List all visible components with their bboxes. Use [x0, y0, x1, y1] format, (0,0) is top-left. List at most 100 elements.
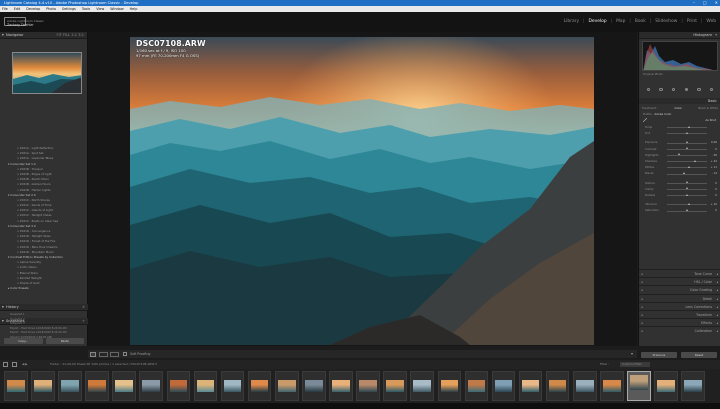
copy-button[interactable]: Copy...	[4, 338, 43, 344]
slider-knob[interactable]	[685, 208, 688, 211]
filmstrip-thumbnail[interactable]	[31, 371, 55, 401]
panel-detail[interactable]: ▪ Detail ◂	[639, 293, 720, 302]
slider-knob[interactable]	[685, 181, 688, 184]
collapse-triangle-icon[interactable]: ▾	[715, 32, 717, 39]
filmstrip-thumbnail[interactable]	[112, 371, 136, 401]
slider-knob[interactable]	[685, 147, 688, 150]
spot-removal-icon[interactable]	[659, 87, 663, 92]
filmstrip-thumbnail[interactable]	[166, 371, 191, 401]
slider-knob[interactable]	[687, 125, 690, 128]
filmstrip-thumbnail[interactable]	[302, 371, 326, 401]
expand-triangle-icon[interactable]: ◂	[716, 327, 718, 335]
filmstrip-thumbnail[interactable]	[220, 371, 245, 401]
toolbar-menu-icon[interactable]: ▾	[631, 350, 633, 358]
collapse-triangle-icon[interactable]: ▾	[2, 32, 4, 39]
slider-saturation[interactable]: Saturation 0	[645, 207, 717, 213]
main-photo[interactable]: DSC07108.ARW 1/160 sec at f / 9, ISO 100…	[130, 37, 594, 345]
panel-visibility-icon[interactable]: ▪	[641, 327, 643, 335]
module-map[interactable]: Map	[616, 19, 625, 24]
slider-knob[interactable]	[685, 193, 688, 196]
slider-dehaze[interactable]: Dehaze 0	[645, 192, 717, 198]
filmstrip-thumbnail[interactable]	[274, 371, 299, 401]
treatment-bw[interactable]: Black & White	[698, 106, 718, 110]
module-web[interactable]: Web	[706, 19, 716, 24]
navigator-preview[interactable]	[12, 52, 82, 94]
expand-triangle-icon[interactable]: ▾	[2, 304, 4, 311]
reset-button[interactable]: Reset	[681, 352, 717, 358]
module-develop[interactable]: Develop	[589, 19, 607, 24]
expand-triangle-icon[interactable]: ▾	[2, 318, 4, 325]
red-eye-icon[interactable]	[671, 87, 676, 92]
filmstrip-thumbnail[interactable]	[681, 371, 705, 401]
wb-value[interactable]: As Shot	[705, 118, 716, 122]
filter-select[interactable]: Custom Filter	[620, 362, 650, 367]
grid-view-icon[interactable]	[12, 362, 17, 367]
filmstrip-thumbnail[interactable]	[627, 371, 651, 401]
filmstrip-thumbnail[interactable]	[410, 371, 434, 401]
slider-track[interactable]	[667, 155, 707, 156]
filmstrip-thumbnail[interactable]	[600, 371, 624, 401]
history-header[interactable]: ▾ History ✕	[0, 304, 88, 311]
slider-knob[interactable]	[682, 172, 685, 174]
filmstrip-thumbnail[interactable]	[518, 371, 543, 401]
wb-eyedropper-icon[interactable]	[642, 117, 648, 123]
profile-row[interactable]: Profile : Adobe Color	[643, 112, 717, 117]
filmstrip-thumbnail[interactable]	[247, 371, 272, 401]
filmstrip-thumbnail[interactable]	[139, 371, 164, 401]
module-print[interactable]: Print	[687, 19, 697, 24]
radial-filter-icon[interactable]	[697, 87, 701, 92]
filmstrip-thumbnail[interactable]	[545, 371, 570, 401]
filmstrip-info[interactable]: Folder : 21-09-09 Sheet-SE 1/60 photos /…	[50, 360, 157, 369]
slider-track[interactable]	[667, 173, 707, 175]
before-after-mode-icon[interactable]	[110, 351, 119, 357]
histogram-graph[interactable]	[642, 41, 718, 71]
slider-knob[interactable]	[688, 165, 690, 168]
treatment-color[interactable]: Color	[675, 106, 682, 110]
previous-button[interactable]: Previous	[641, 352, 677, 358]
filmstrip-thumbnail[interactable]	[383, 371, 407, 401]
slider-value[interactable]: - 14	[712, 170, 717, 176]
soft-proofing-checkbox[interactable]	[123, 352, 127, 356]
filmstrip-thumbnail[interactable]	[491, 371, 516, 401]
clear-history-icon[interactable]: ✕	[82, 304, 85, 311]
filmstrip-thumbnail[interactable]	[464, 371, 489, 401]
filmstrip-thumbnail[interactable]	[193, 371, 218, 401]
paste-button[interactable]: Paste	[45, 338, 84, 344]
basic-header[interactable]: Basic	[639, 98, 720, 104]
crop-tool-icon[interactable]	[646, 87, 651, 92]
navigator-zoom-options[interactable]: FIT FILL 1:1 3:1	[57, 32, 84, 39]
module-slideshow[interactable]: Slideshow	[655, 19, 677, 24]
panel-transform[interactable]: ▪ Transform ◂	[639, 309, 720, 318]
panel-calibration[interactable]: ▪ Calibration ◂	[639, 326, 720, 334]
slider-knob[interactable]	[678, 153, 681, 156]
panel-effects[interactable]: ▪ Effects ◂	[639, 318, 720, 326]
loupe-view-icon[interactable]	[90, 351, 96, 357]
slider-knob[interactable]	[685, 141, 688, 144]
slider-blacks[interactable]: Blacks - 14	[645, 170, 717, 176]
module-book[interactable]: Book	[635, 19, 646, 24]
filmstrip-thumbnail[interactable]	[356, 371, 380, 401]
slider-knob[interactable]	[685, 131, 688, 134]
slider-knob[interactable]	[694, 159, 697, 162]
masking-icon[interactable]	[684, 87, 689, 92]
slider-value[interactable]: 0	[715, 192, 717, 198]
filmstrip-thumbnail[interactable]	[654, 371, 678, 401]
filmstrip-thumbnail[interactable]	[58, 371, 82, 401]
slider-value[interactable]: 0	[715, 207, 717, 213]
slider-knob[interactable]	[685, 187, 688, 190]
slider-knob[interactable]	[687, 202, 690, 205]
brush-icon[interactable]	[709, 87, 714, 92]
slider-track[interactable]	[667, 161, 707, 162]
panel-hsl-color[interactable]: ▪ HSL / Color ◂	[639, 277, 720, 285]
module-library[interactable]: Library	[564, 19, 579, 24]
secondary-window-icon[interactable]	[3, 362, 8, 367]
panel-color-grading[interactable]: ▪ Color Grading ◂	[639, 285, 720, 293]
filmstrip-thumbnail[interactable]	[437, 371, 462, 401]
filmstrip-thumbnail[interactable]	[4, 371, 28, 401]
slider-track[interactable]	[667, 167, 707, 169]
histogram-header[interactable]: Histogram ▾	[639, 32, 720, 39]
filmstrip-thumbnail[interactable]	[329, 371, 353, 401]
filmstrip-nav-icon[interactable]: ◀ ▶	[22, 360, 28, 369]
filmstrip-thumbnail[interactable]	[572, 371, 597, 401]
filmstrip-thumbnail[interactable]	[85, 371, 109, 401]
